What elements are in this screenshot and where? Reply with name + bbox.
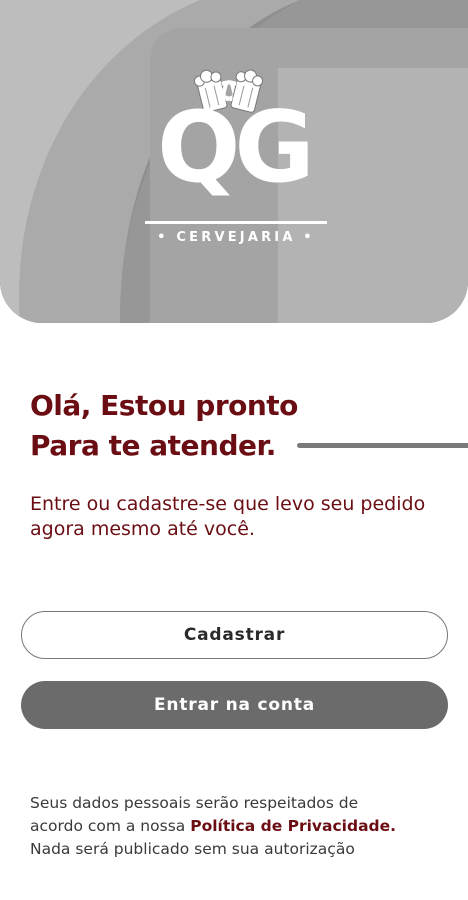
logo-subtitle: • CERVEJARIA • — [157, 230, 315, 245]
welcome-line-2: Para te atender. — [30, 429, 276, 462]
intro-text: Entre ou cadastre-se que levo seu pedido… — [30, 493, 426, 540]
privacy-line-1: Seus dados pessoais serão respeitados de — [30, 794, 359, 812]
heading-divider — [297, 443, 468, 448]
login-button[interactable]: Entrar na conta — [21, 681, 448, 729]
logo-wordmark: QG — [157, 91, 315, 205]
privacy-line-3: Nada será publicado sem sua autorização — [30, 840, 355, 858]
privacy-line-2-prefix: acordo com a nossa — [30, 817, 191, 835]
logo-divider — [145, 221, 327, 224]
welcome-line-1: Olá, Estou pronto — [30, 389, 298, 422]
hero-banner: QG • CERVEJARIA • — [0, 0, 468, 323]
qg-logo: QG • CERVEJARIA • — [0, 0, 468, 323]
privacy-notice: Seus dados pessoais serão respeitados de… — [30, 792, 450, 861]
privacy-policy-link[interactable]: Política de Privacidade. — [190, 817, 396, 835]
welcome-heading: Olá, Estou pronto Para te atender. — [30, 386, 298, 466]
register-button[interactable]: Cadastrar — [21, 611, 448, 659]
